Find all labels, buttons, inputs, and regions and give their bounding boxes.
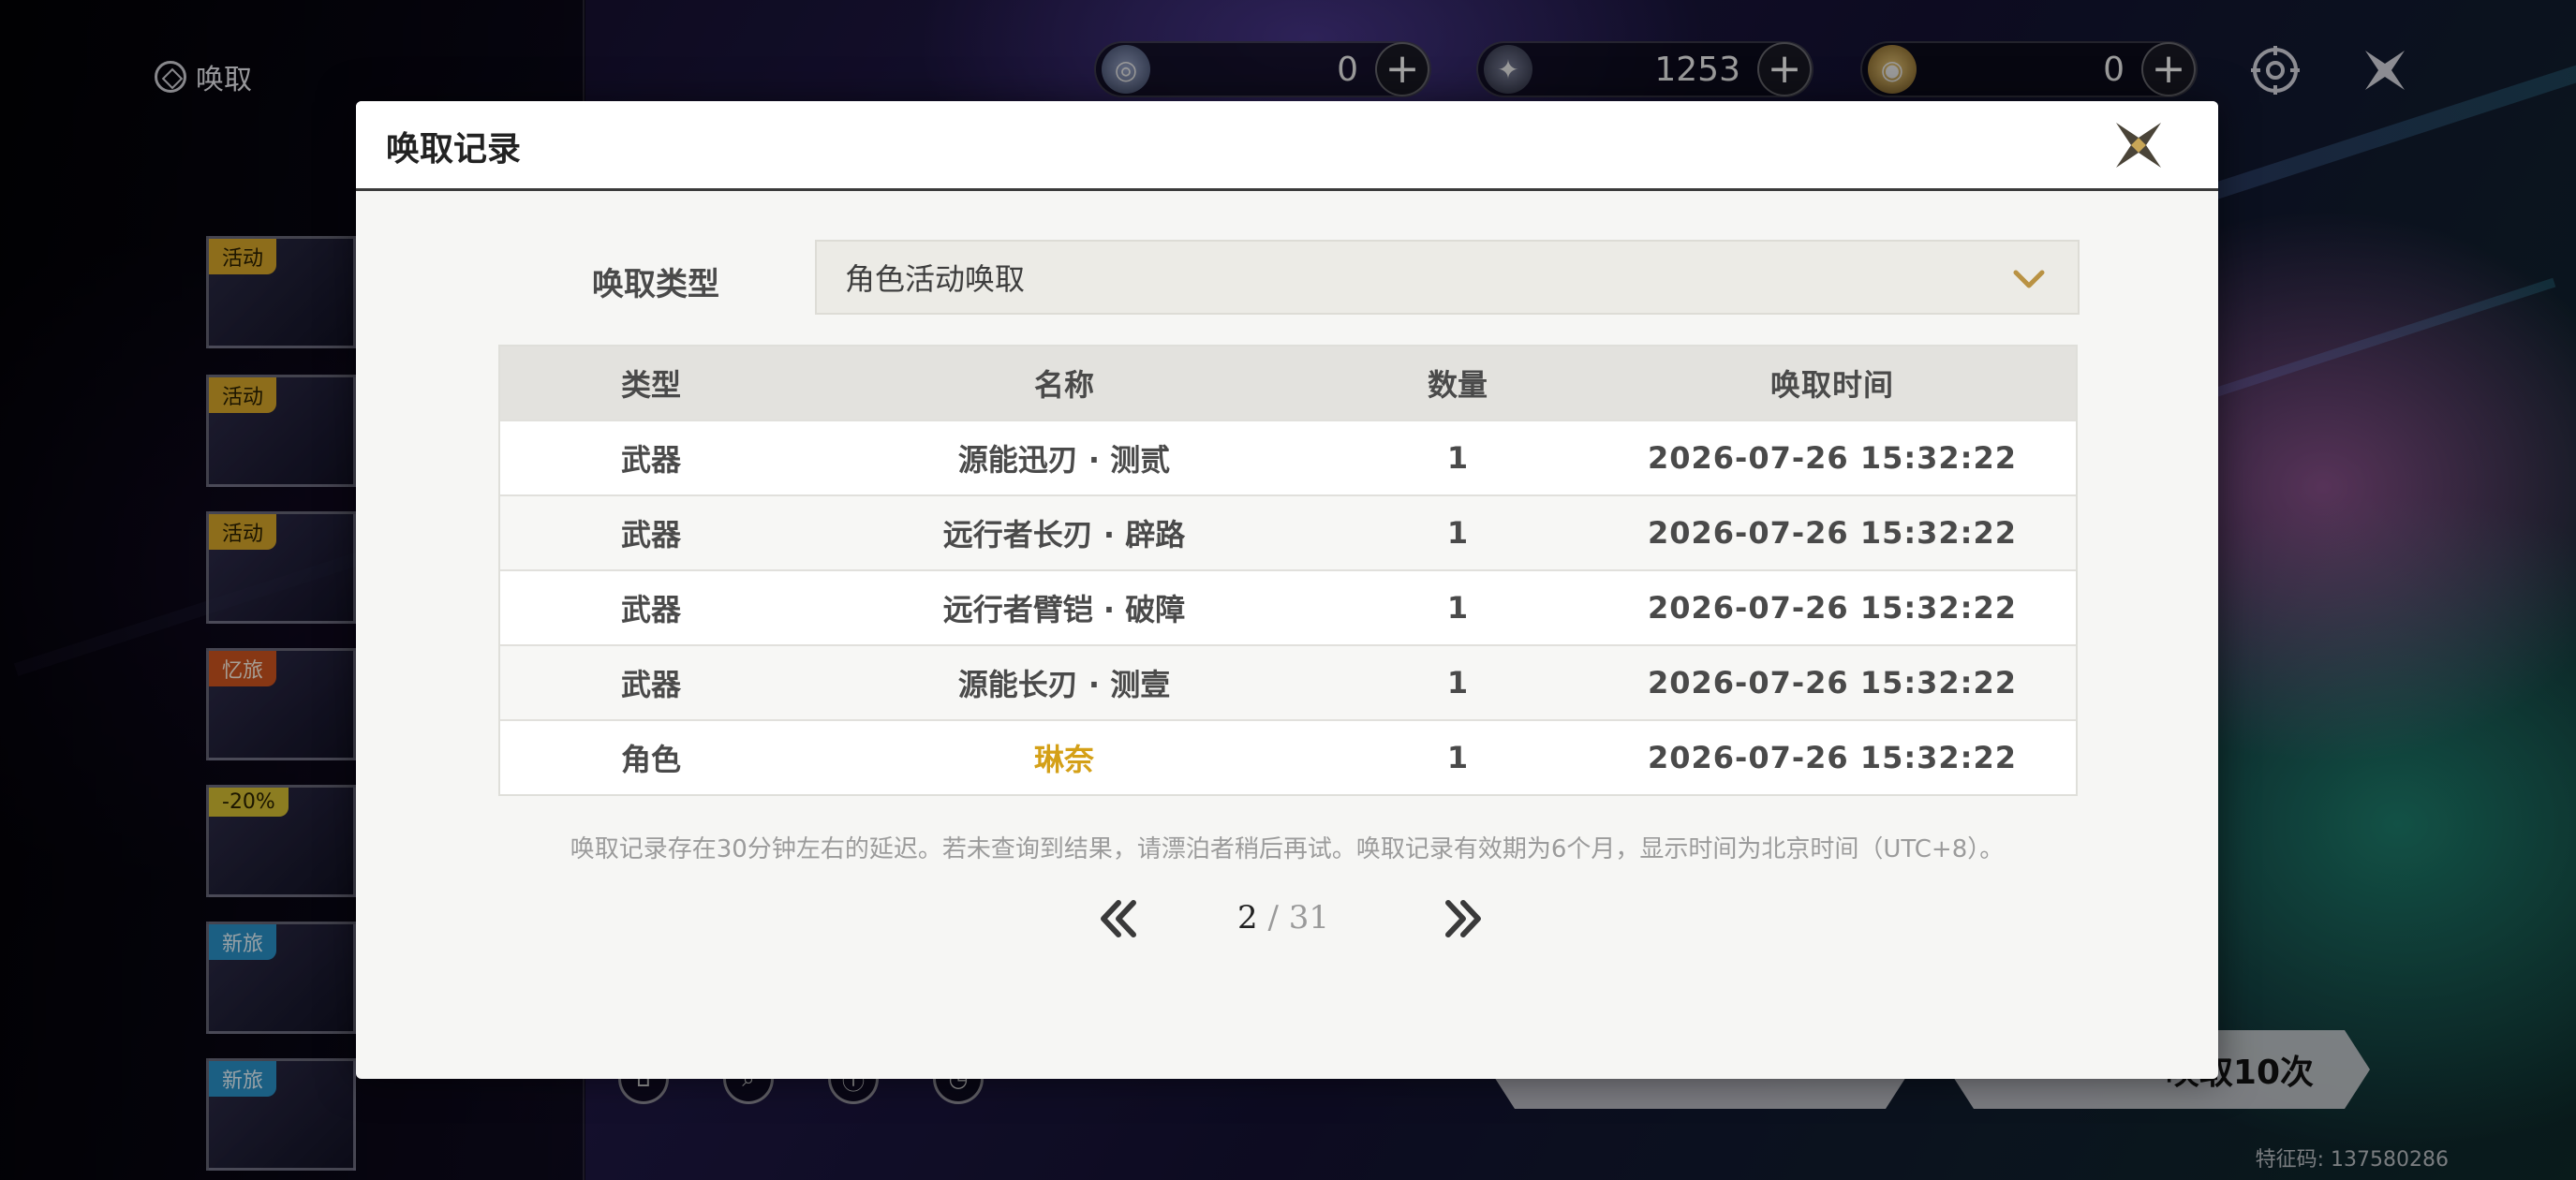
table-header: 类型 名称 数量 唤取时间 bbox=[500, 347, 2076, 420]
page-separator: / bbox=[1267, 899, 1279, 937]
page-indicator: 2 / 31 bbox=[1199, 899, 1368, 937]
modal-body: 唤取类型 角色活动唤取 类型 名称 数量 唤取时间 武器 源能迅刃 · 测贰 1… bbox=[356, 191, 2218, 1079]
cell-count: 1 bbox=[1446, 590, 1469, 626]
cell-count: 1 bbox=[1446, 740, 1469, 775]
modal-title: 唤取记录 bbox=[386, 130, 522, 169]
cell-type: 武器 bbox=[620, 667, 681, 702]
cell-time: 2026-07-26 15:32:22 bbox=[1647, 515, 2017, 551]
cell-count: 1 bbox=[1446, 515, 1469, 551]
total-pages: 31 bbox=[1288, 899, 1329, 937]
table-row: 角色 琳奈 1 2026-07-26 15:32:22 bbox=[500, 719, 2076, 794]
cell-time: 2026-07-26 15:32:22 bbox=[1647, 590, 2017, 626]
cell-name: 远行者长刃 · 辟路 bbox=[942, 517, 1186, 553]
convene-type-value: 角色活动唤取 bbox=[845, 261, 1026, 297]
cell-type: 角色 bbox=[620, 742, 681, 777]
cell-count: 1 bbox=[1446, 665, 1469, 701]
cell-type: 武器 bbox=[620, 592, 681, 627]
delay-notice: 唤取记录存在30分钟左右的延迟。若未查询到结果，请漂泊者稍后再试。唤取记录有效期… bbox=[570, 835, 2005, 863]
close-icon bbox=[2116, 123, 2161, 168]
cell-count: 1 bbox=[1446, 440, 1469, 476]
cell-name-highlight: 琳奈 bbox=[1033, 742, 1094, 777]
convene-history-modal: 唤取记录 唤取类型 角色活动唤取 类型 名称 数量 唤取时间 武器 源能迅刃 ·… bbox=[356, 101, 2218, 1079]
history-table: 类型 名称 数量 唤取时间 武器 源能迅刃 · 测贰 1 2026-07-26 … bbox=[498, 345, 2078, 796]
table-row: 武器 源能长刃 · 测壹 1 2026-07-26 15:32:22 bbox=[500, 644, 2076, 719]
cell-type: 武器 bbox=[620, 442, 681, 478]
cell-name: 源能长刃 · 测壹 bbox=[957, 667, 1171, 702]
table-row: 武器 远行者臂铠 · 破障 1 2026-07-26 15:32:22 bbox=[500, 569, 2076, 644]
column-header-name: 名称 bbox=[1033, 367, 1094, 403]
current-page: 2 bbox=[1237, 899, 1258, 937]
pagination: 2 / 31 bbox=[356, 892, 2218, 948]
table-row: 武器 远行者长刃 · 辟路 1 2026-07-26 15:32:22 bbox=[500, 494, 2076, 569]
next-page-button[interactable] bbox=[1441, 895, 1488, 942]
cell-time: 2026-07-26 15:32:22 bbox=[1647, 740, 2017, 775]
cell-name: 源能迅刃 · 测贰 bbox=[957, 442, 1171, 478]
convene-type-label: 唤取类型 bbox=[592, 266, 719, 303]
column-header-type: 类型 bbox=[620, 367, 681, 403]
table-row: 武器 源能迅刃 · 测贰 1 2026-07-26 15:32:22 bbox=[500, 420, 2076, 494]
cell-name: 远行者臂铠 · 破障 bbox=[942, 592, 1186, 627]
prev-page-button[interactable] bbox=[1094, 895, 1141, 942]
column-header-count: 数量 bbox=[1427, 367, 1488, 403]
cell-type: 武器 bbox=[620, 517, 681, 553]
column-header-time: 唤取时间 bbox=[1769, 367, 1894, 403]
cell-time: 2026-07-26 15:32:22 bbox=[1647, 440, 2017, 476]
close-button[interactable] bbox=[2108, 114, 2169, 176]
convene-type-dropdown[interactable]: 角色活动唤取 bbox=[815, 240, 2080, 315]
convene-type-row: 唤取类型 角色活动唤取 bbox=[356, 240, 2218, 315]
modal-header: 唤取记录 bbox=[356, 101, 2218, 191]
chevron-down-icon bbox=[2013, 270, 2045, 288]
cell-time: 2026-07-26 15:32:22 bbox=[1647, 665, 2017, 701]
